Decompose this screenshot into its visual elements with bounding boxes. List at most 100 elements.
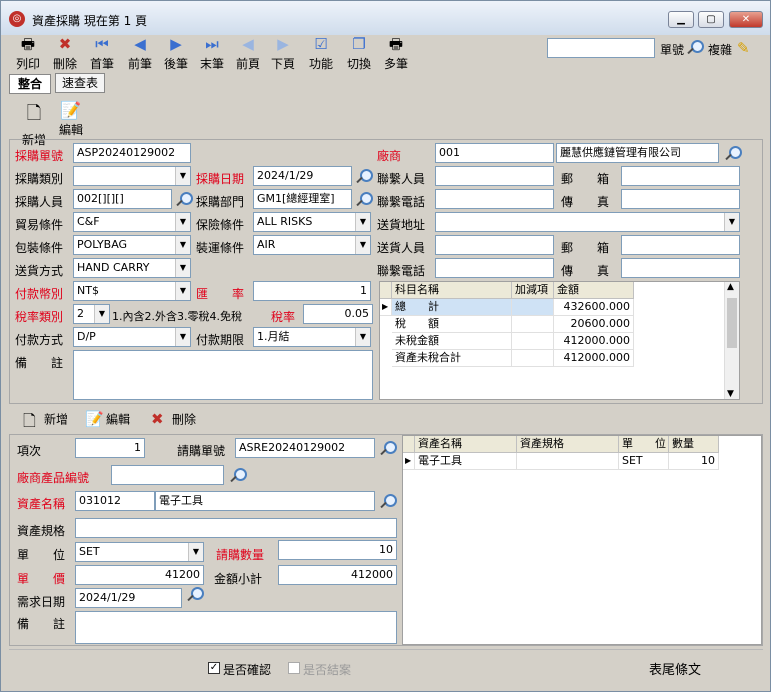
summary-grid[interactable]: 科目名稱 加減項 金額 ▶ 總 計 432600.000 稅 額 20600.0… bbox=[379, 281, 740, 400]
vendor-prod-field[interactable] bbox=[111, 465, 224, 485]
first-record-button[interactable]: ⏮ 首筆 bbox=[87, 34, 117, 72]
date-field[interactable]: 2024/1/29 bbox=[253, 166, 352, 186]
asset-name-field[interactable]: 電子工具 bbox=[155, 491, 375, 511]
table-cell[interactable] bbox=[512, 333, 554, 350]
table-row[interactable]: 總 計 bbox=[392, 299, 512, 316]
detail-grid[interactable]: 資產名稱 資產規格 單 位 數量 ▶ 電子工具 SET 10 bbox=[402, 435, 762, 645]
multi-record-button[interactable]: 🖶 多筆 bbox=[381, 34, 411, 72]
detail-remark-field[interactable] bbox=[75, 611, 397, 644]
table-cell[interactable] bbox=[512, 316, 554, 333]
next-page-button[interactable]: ▶ 下頁 bbox=[268, 34, 298, 72]
confirm-checkbox[interactable]: ✓ bbox=[208, 662, 220, 674]
need-date-field[interactable]: 2024/1/29 bbox=[75, 588, 182, 608]
price-field[interactable]: 41200 bbox=[75, 565, 204, 585]
table-cell[interactable] bbox=[517, 453, 619, 470]
prev-record-button[interactable]: ◀ 前筆 bbox=[125, 34, 155, 72]
term-select[interactable]: 1.月結 ▼ bbox=[253, 327, 371, 347]
insurance-select[interactable]: ALL RISKS ▼ bbox=[253, 212, 371, 232]
table-cell[interactable] bbox=[512, 299, 554, 316]
maximize-button[interactable]: ▢ bbox=[698, 11, 724, 28]
dept-field[interactable]: GM1[總經理室] bbox=[253, 189, 352, 209]
fax2-field[interactable] bbox=[621, 258, 740, 278]
phone-field[interactable] bbox=[435, 189, 554, 209]
switch-button[interactable]: ❐ 切換 bbox=[344, 34, 374, 72]
copy-icon[interactable]: ✎ bbox=[737, 39, 750, 57]
trade-select[interactable]: C&F ▼ bbox=[73, 212, 191, 232]
vendor-prod-search-icon[interactable] bbox=[229, 467, 247, 483]
table-cell[interactable]: 412000.000 bbox=[554, 333, 634, 350]
date-search-icon[interactable] bbox=[355, 168, 373, 184]
table-cell[interactable] bbox=[512, 350, 554, 367]
table-row[interactable]: 未稅金額 bbox=[392, 333, 512, 350]
table-row[interactable]: 電子工具 bbox=[415, 453, 517, 470]
chevron-down-icon[interactable]: ▼ bbox=[175, 328, 190, 346]
delivery-select[interactable]: HAND CARRY ▼ bbox=[73, 258, 191, 278]
detail-edit-button[interactable]: 📝 編輯 bbox=[85, 410, 130, 430]
dept-search-icon[interactable] bbox=[355, 191, 373, 207]
minimize-button[interactable]: ▁ bbox=[668, 11, 694, 28]
next-record-button[interactable]: ▶ 後筆 bbox=[161, 34, 191, 72]
chevron-down-icon[interactable]: ▼ bbox=[355, 328, 370, 346]
table-row[interactable]: 資產未稅合計 bbox=[392, 350, 512, 367]
pack-select[interactable]: POLYBAG ▼ bbox=[73, 235, 191, 255]
spec-field[interactable] bbox=[75, 518, 397, 538]
delete-button[interactable]: ✖ 刪除 bbox=[50, 34, 80, 72]
scroll-up-icon[interactable]: ▲ bbox=[727, 282, 734, 292]
vendor-search-icon[interactable] bbox=[724, 145, 742, 161]
deliver-person-field[interactable] bbox=[435, 235, 554, 255]
req-search-icon[interactable] bbox=[379, 440, 397, 456]
buyer-search-icon[interactable] bbox=[175, 191, 193, 207]
contact-field[interactable] bbox=[435, 166, 554, 186]
asset-code-field[interactable]: 031012 bbox=[75, 491, 155, 511]
table-cell[interactable]: SET bbox=[619, 453, 669, 470]
table-row[interactable]: 稅 額 bbox=[392, 316, 512, 333]
order-no-field[interactable]: ASP20240129002 bbox=[73, 143, 191, 163]
fax-field[interactable] bbox=[621, 189, 740, 209]
req-no-field[interactable]: ASRE20240129002 bbox=[235, 438, 375, 458]
remark-field[interactable] bbox=[73, 350, 373, 400]
subtotal-field[interactable]: 412000 bbox=[278, 565, 397, 585]
table-cell[interactable]: 10 bbox=[669, 453, 719, 470]
table-cell[interactable]: 432600.000 bbox=[554, 299, 634, 316]
asset-search-icon[interactable] bbox=[379, 493, 397, 509]
scroll-down-icon[interactable]: ▼ bbox=[727, 389, 734, 399]
chevron-down-icon[interactable]: ▼ bbox=[175, 213, 190, 231]
qty-field[interactable]: 10 bbox=[278, 540, 397, 560]
chevron-down-icon[interactable]: ▼ bbox=[175, 167, 190, 185]
phone2-field[interactable] bbox=[435, 258, 554, 278]
zip-field[interactable] bbox=[621, 166, 740, 186]
closed-checkbox[interactable] bbox=[288, 662, 300, 674]
tail-clause-button[interactable]: 表尾條文 bbox=[649, 659, 701, 678]
tab-integrated[interactable]: 整合 bbox=[9, 74, 51, 94]
need-date-search-icon[interactable] bbox=[186, 586, 204, 602]
prev-page-button[interactable]: ◀ 前頁 bbox=[233, 34, 263, 72]
ship-select[interactable]: AIR ▼ bbox=[253, 235, 371, 255]
chevron-down-icon[interactable]: ▼ bbox=[355, 213, 370, 231]
payment-select[interactable]: D/P ▼ bbox=[73, 327, 191, 347]
chevron-down-icon[interactable]: ▼ bbox=[175, 282, 190, 300]
detail-new-button[interactable]: 🗋 新增 bbox=[23, 410, 68, 430]
function-button[interactable]: ☑ 功能 bbox=[306, 34, 336, 72]
chevron-down-icon[interactable]: ▼ bbox=[355, 236, 370, 254]
address-select[interactable]: ▼ bbox=[435, 212, 740, 232]
scroll-thumb[interactable] bbox=[727, 298, 737, 348]
type-select[interactable]: ▼ bbox=[73, 166, 191, 186]
table-cell[interactable]: 20600.000 bbox=[554, 316, 634, 333]
chevron-down-icon[interactable]: ▼ bbox=[724, 213, 739, 231]
chevron-down-icon[interactable]: ▼ bbox=[175, 259, 190, 277]
tax-type-select[interactable]: 2 ▼ bbox=[73, 304, 110, 324]
close-button[interactable]: ✕ bbox=[729, 11, 763, 28]
summary-scrollbar[interactable]: ▲ ▼ bbox=[724, 282, 739, 399]
vendor-code-field[interactable]: 001 bbox=[435, 143, 554, 163]
currency-select[interactable]: NT$ ▼ bbox=[73, 281, 191, 301]
edit-header-button[interactable]: 📝 編輯 bbox=[51, 101, 91, 138]
buyer-field[interactable]: 002[][][] bbox=[73, 189, 172, 209]
chevron-down-icon[interactable]: ▼ bbox=[188, 543, 203, 561]
tab-quick-lookup[interactable]: 速查表 bbox=[55, 73, 105, 93]
unit-select[interactable]: SET ▼ bbox=[75, 542, 204, 562]
tax-rate-field[interactable]: 0.05 bbox=[303, 304, 373, 324]
table-cell[interactable]: 412000.000 bbox=[554, 350, 634, 367]
last-record-button[interactable]: ⏭ 末筆 bbox=[197, 34, 227, 72]
chevron-down-icon[interactable]: ▼ bbox=[175, 236, 190, 254]
order-search-input[interactable] bbox=[547, 38, 655, 58]
